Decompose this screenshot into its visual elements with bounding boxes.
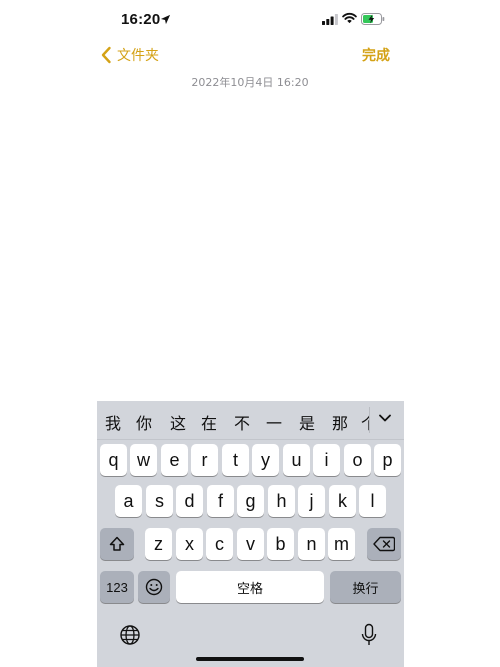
emoji-smiley-icon (145, 578, 163, 596)
candidate-divider (369, 407, 370, 433)
microphone-icon[interactable] (361, 623, 377, 647)
key-y[interactable]: y (252, 444, 279, 476)
key-m[interactable]: m (328, 528, 355, 560)
candidate-item[interactable]: 个 (361, 410, 369, 434)
key-n[interactable]: n (298, 528, 325, 560)
key-x[interactable]: x (176, 528, 203, 560)
return-key[interactable]: 换行 (330, 571, 401, 603)
candidate-item[interactable]: 是 (299, 410, 315, 434)
key-d[interactable]: d (176, 485, 203, 517)
chevron-down-icon[interactable] (378, 411, 392, 425)
space-key-label: 空格 (236, 581, 263, 597)
candidate-item[interactable]: 在 (201, 410, 217, 434)
key-q[interactable]: q (100, 444, 127, 476)
back-button-label: 文件夹 (117, 48, 159, 64)
key-l[interactable]: l (359, 485, 386, 517)
shift-arrow-icon (109, 536, 125, 551)
key-k[interactable]: k (329, 485, 356, 517)
emoji-key[interactable] (138, 571, 170, 603)
note-date: 2022年10月4日 16:20 (191, 76, 309, 89)
candidate-item[interactable]: 一 (266, 410, 282, 434)
cellular-signal-icon (322, 14, 338, 25)
key-v[interactable]: v (237, 528, 264, 560)
done-button[interactable]: 完成 (362, 45, 390, 65)
key-a[interactable]: a (115, 485, 142, 517)
candidate-item[interactable]: 这 (170, 410, 186, 434)
backspace-icon (373, 536, 395, 552)
globe-icon[interactable] (119, 624, 141, 646)
key-p[interactable]: p (374, 444, 401, 476)
delete-key[interactable] (367, 528, 401, 560)
navigation-bar: 文件夹 完成 (0, 40, 500, 70)
key-c[interactable]: c (206, 528, 233, 560)
key-b[interactable]: b (267, 528, 294, 560)
space-key[interactable]: 空格 (176, 571, 324, 603)
status-time: 16:20 (121, 11, 161, 28)
candidate-item[interactable]: 不 (234, 410, 250, 434)
back-to-folders-button[interactable]: 文件夹 (100, 45, 159, 65)
key-e[interactable]: e (161, 444, 188, 476)
keyboard: 我 你 这 在 不 一 是 那 个 q w e r t y u i o p a … (97, 401, 404, 667)
key-j[interactable]: j (298, 485, 325, 517)
location-arrow-icon (160, 14, 171, 25)
key-u[interactable]: u (283, 444, 310, 476)
key-i[interactable]: i (313, 444, 340, 476)
key-f[interactable]: f (207, 485, 234, 517)
status-bar: 16:20 (0, 0, 500, 40)
key-h[interactable]: h (268, 485, 295, 517)
key-o[interactable]: o (344, 444, 371, 476)
candidate-item[interactable]: 我 (105, 410, 121, 434)
wifi-icon (342, 12, 357, 24)
return-key-label: 换行 (352, 581, 379, 597)
key-t[interactable]: t (222, 444, 249, 476)
battery-charging-icon (361, 13, 385, 25)
note-body-editor[interactable] (97, 95, 403, 395)
key-s[interactable]: s (146, 485, 173, 517)
candidate-bar: 我 你 这 在 不 一 是 那 个 (97, 401, 404, 440)
candidate-item[interactable]: 那 (332, 410, 348, 434)
key-w[interactable]: w (130, 444, 157, 476)
home-indicator (196, 657, 304, 661)
key-r[interactable]: r (191, 444, 218, 476)
candidate-item[interactable]: 你 (136, 410, 152, 434)
shift-key[interactable] (100, 528, 134, 560)
key-g[interactable]: g (237, 485, 264, 517)
key-z[interactable]: z (145, 528, 172, 560)
chevron-left-icon (101, 46, 111, 64)
numbers-key[interactable]: 123 (100, 571, 134, 603)
